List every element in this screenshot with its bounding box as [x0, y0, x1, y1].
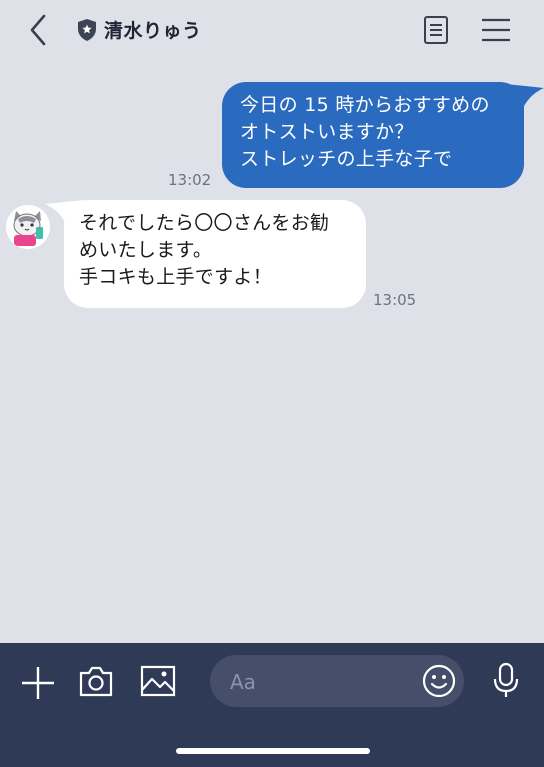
- chat-title: 清水りゅう: [104, 20, 202, 42]
- message-timestamp: 13:05: [373, 291, 417, 309]
- message-line: 手コキも上手ですよ！: [79, 266, 273, 288]
- message-line: それでしたら〇〇さんをお勧: [79, 212, 330, 234]
- image-icon[interactable]: [140, 665, 176, 697]
- message-line: オトストいますか？: [240, 121, 414, 143]
- back-arrow-icon[interactable]: [22, 12, 56, 48]
- incoming-message-bubble[interactable]: それでしたら〇〇さんをお勧 めいたします。 手コキも上手ですよ！: [64, 200, 366, 308]
- outgoing-message-bubble[interactable]: 今日の 15 時からおすすめの オトストいますか？ ストレッチの上手な子で: [222, 82, 524, 188]
- notes-icon[interactable]: [421, 14, 451, 46]
- chat-header: 清水りゅう: [0, 0, 544, 60]
- message-line: ストレッチの上手な子で: [240, 148, 453, 170]
- shield-icon: [78, 19, 96, 41]
- mic-icon[interactable]: [492, 662, 520, 700]
- message-timestamp: 13:02: [168, 171, 212, 189]
- message-line: 今日の 15 時からおすすめの: [240, 94, 490, 116]
- home-indicator: [176, 748, 370, 754]
- camera-icon[interactable]: [78, 664, 114, 698]
- plus-icon[interactable]: [21, 666, 55, 700]
- menu-icon[interactable]: [480, 17, 512, 43]
- emoji-icon[interactable]: [422, 664, 456, 698]
- message-line: めいたします。: [79, 239, 213, 261]
- message-input[interactable]: [228, 667, 412, 697]
